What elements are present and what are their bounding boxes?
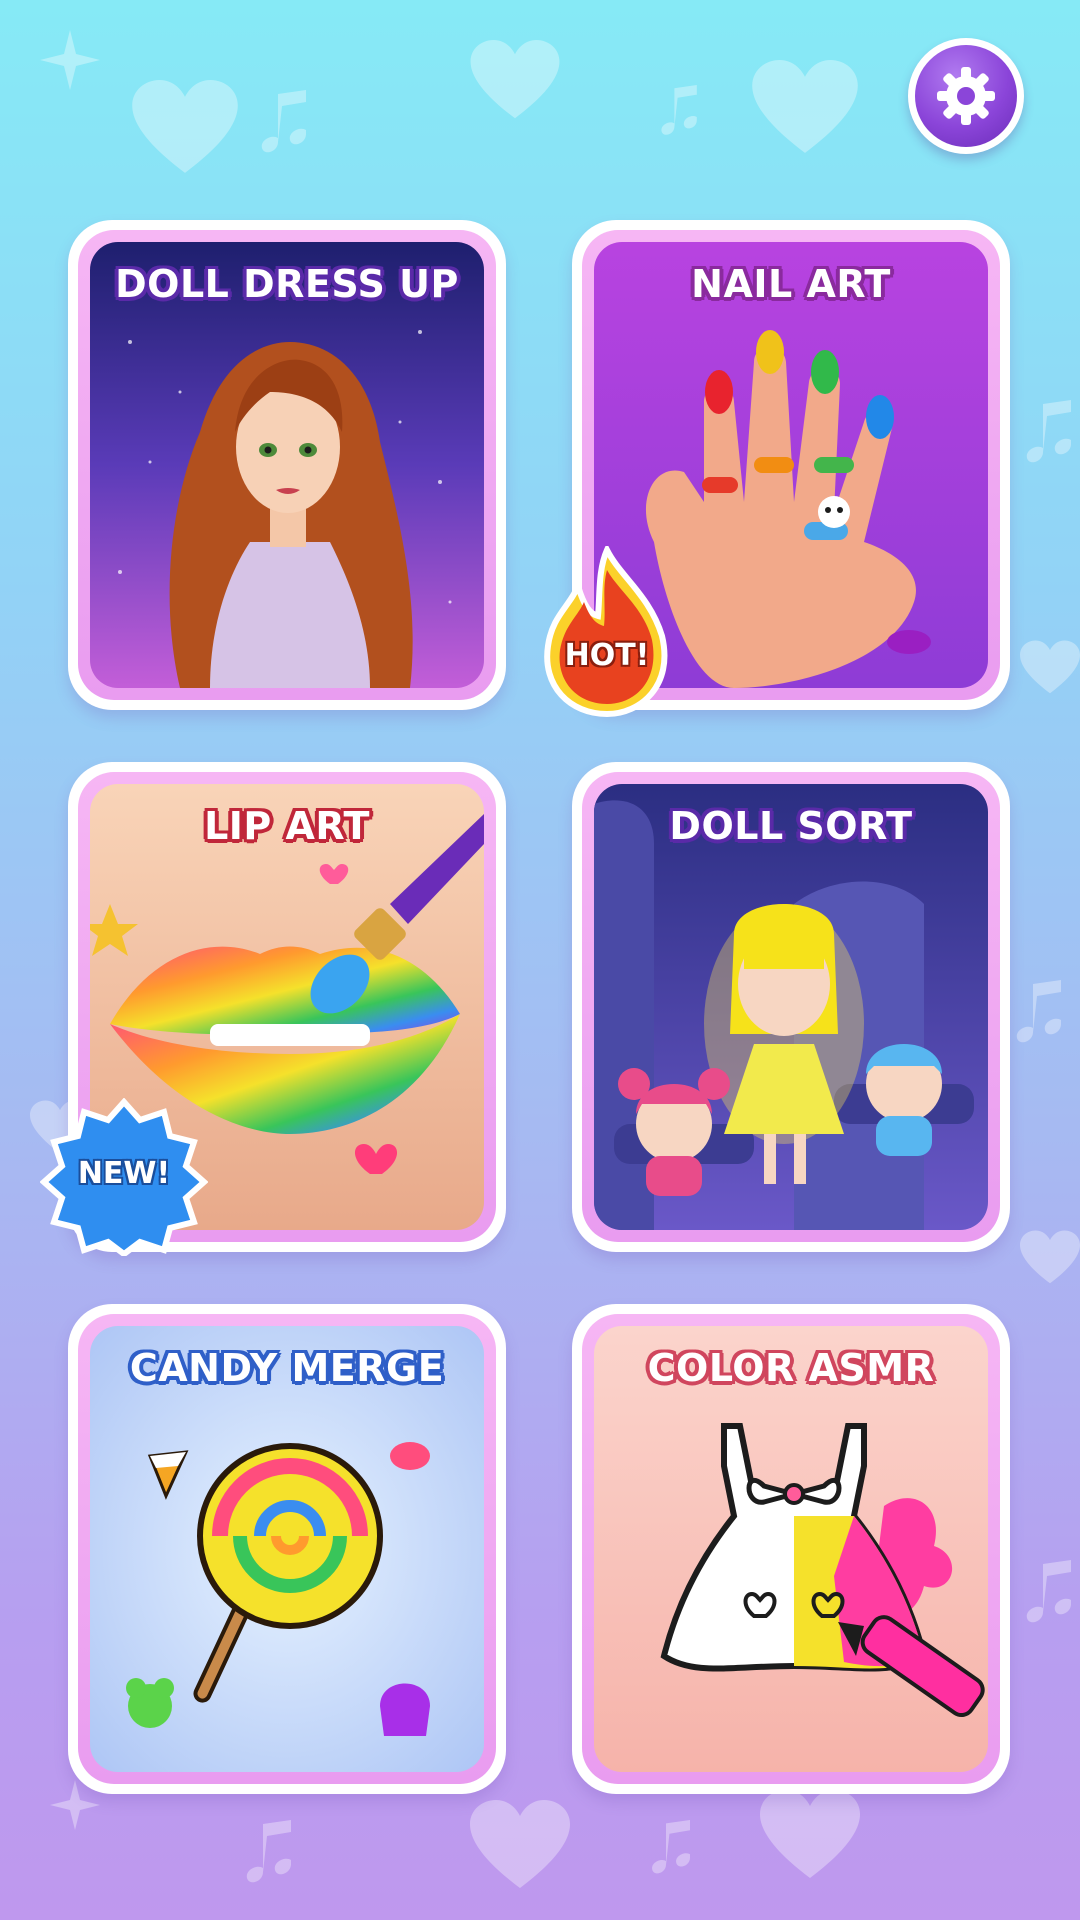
doll-portrait-illustration: [90, 242, 484, 688]
heart-icon: [470, 40, 560, 119]
music-note-icon: [261, 90, 306, 153]
dress-coloring-illustration: [594, 1326, 988, 1772]
game-title: DOLL SORT: [669, 804, 913, 848]
music-note-icon: [246, 1820, 291, 1883]
sparkle-icon: [40, 30, 100, 90]
new-badge: NEW!: [40, 1098, 208, 1256]
card-artwork: COLOR ASMR: [594, 1326, 988, 1772]
hot-badge: HOT!: [540, 546, 674, 718]
new-badge-label: NEW!: [77, 1156, 171, 1191]
music-note-icon: [1026, 400, 1071, 463]
music-note-icon: [661, 85, 697, 135]
card-artwork: CANDY MERGE: [90, 1326, 484, 1772]
heart-icon: [752, 60, 858, 153]
card-artwork: DOLL DRESS UP: [90, 242, 484, 688]
settings-button-face: [915, 45, 1017, 147]
card-artwork: DOLL SORT: [594, 784, 988, 1230]
fire-icon: [544, 546, 668, 718]
game-card-doll-sort[interactable]: DOLL SORT: [572, 762, 1010, 1252]
music-note-icon: [1026, 1560, 1071, 1623]
game-card-candy-merge[interactable]: CANDY MERGE: [68, 1304, 506, 1794]
game-title: COLOR ASMR: [647, 1346, 935, 1390]
doll-sort-illustration: [594, 784, 988, 1230]
game-title: NAIL ART: [691, 262, 891, 306]
heart-icon: [470, 1800, 570, 1888]
music-note-icon: [652, 1820, 690, 1874]
heart-icon: [132, 80, 238, 173]
game-card-color-asmr[interactable]: COLOR ASMR: [572, 1304, 1010, 1794]
hot-badge-label: HOT!: [564, 638, 650, 673]
game-title: DOLL DRESS UP: [115, 262, 459, 306]
game-title: CANDY MERGE: [129, 1346, 445, 1390]
game-title: LIP ART: [204, 804, 370, 848]
settings-button[interactable]: [908, 38, 1024, 154]
heart-icon: [760, 1790, 860, 1878]
heart-icon: [1020, 1230, 1080, 1284]
heart-icon: [1020, 640, 1080, 694]
gear-icon: [937, 67, 995, 125]
music-note-icon: [1016, 980, 1061, 1043]
lollipop-illustration: [90, 1326, 484, 1772]
game-card-doll-dress-up[interactable]: DOLL DRESS UP: [68, 220, 506, 710]
